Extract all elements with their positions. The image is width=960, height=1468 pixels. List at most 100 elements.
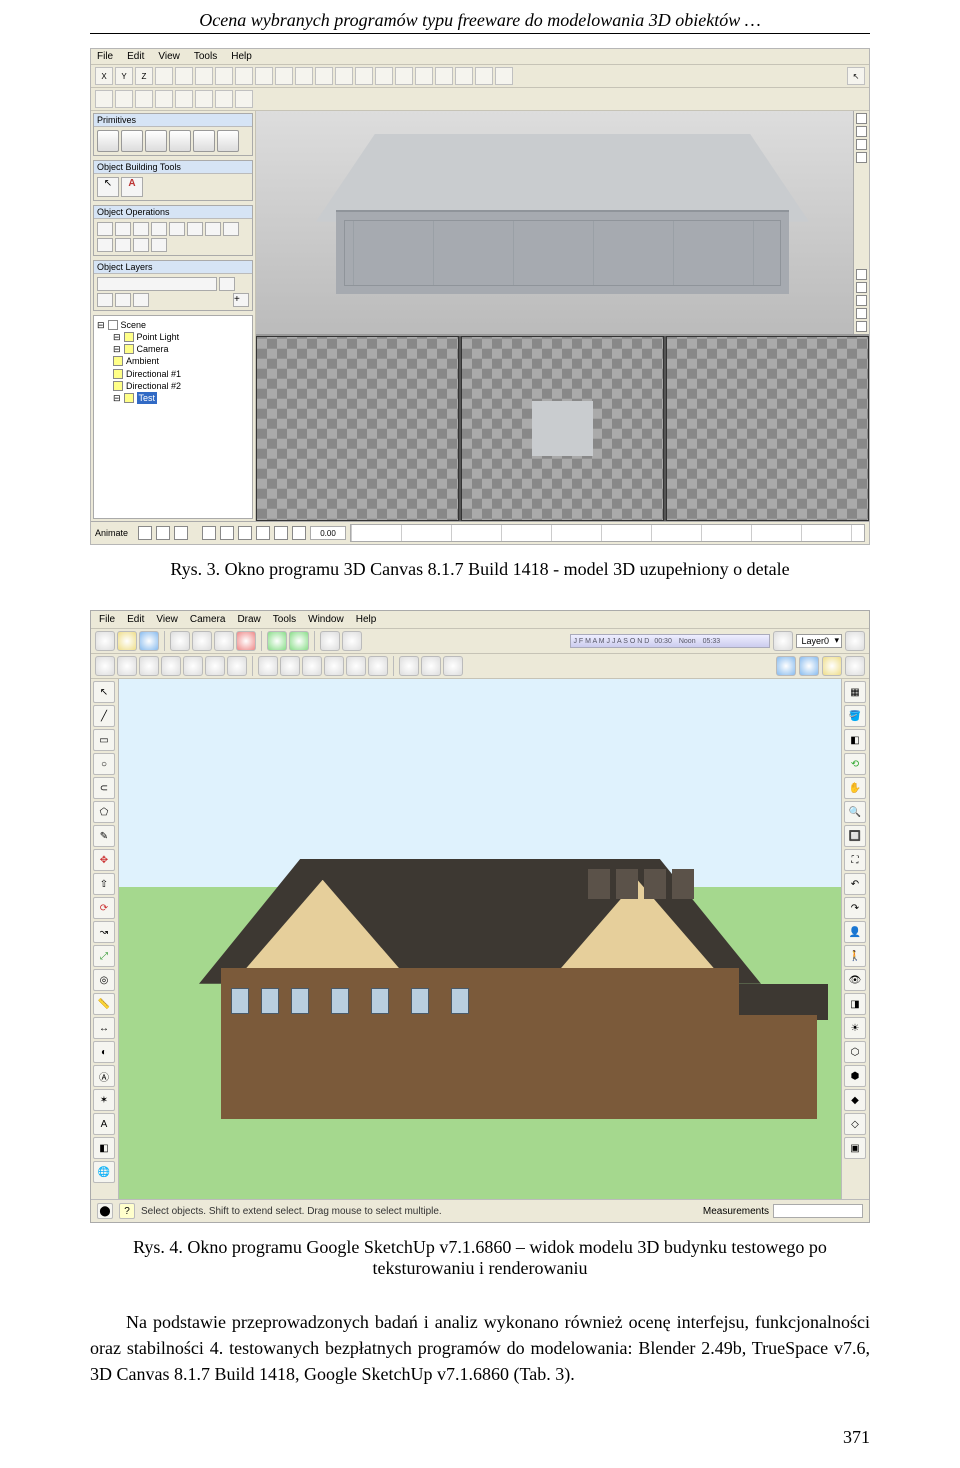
zoom-tool-icon[interactable]: 🔍 xyxy=(844,801,866,823)
paint-tool-icon[interactable]: 🪣 xyxy=(844,705,866,727)
layer-button[interactable] xyxy=(133,293,149,307)
go-start-button[interactable] xyxy=(202,526,216,540)
op-button[interactable] xyxy=(169,222,185,236)
toolbar-button[interactable] xyxy=(135,90,153,108)
style-shaded-icon[interactable] xyxy=(302,656,322,676)
op-button[interactable] xyxy=(223,222,239,236)
section-plane-icon[interactable]: ◨ xyxy=(844,993,866,1015)
key-button[interactable] xyxy=(156,526,170,540)
circle-tool-icon[interactable]: ○ xyxy=(93,753,115,775)
zoom-extents-icon[interactable]: ⛶ xyxy=(844,849,866,871)
primitive-cone-icon[interactable] xyxy=(193,130,215,152)
text-tool-icon[interactable]: Ⓐ xyxy=(93,1065,115,1087)
menu-view[interactable]: View xyxy=(158,51,180,62)
menu-tools[interactable]: Tools xyxy=(273,614,296,625)
primitive-torus-icon[interactable] xyxy=(169,130,191,152)
shadow-toggle-icon[interactable]: ☀ xyxy=(844,1017,866,1039)
toolbar-button[interactable] xyxy=(235,67,253,85)
mini-button[interactable] xyxy=(856,126,867,137)
mini-button[interactable] xyxy=(856,152,867,163)
op-button[interactable] xyxy=(97,222,113,236)
axes-tool-icon[interactable]: ✶ xyxy=(93,1089,115,1111)
misc-tool-icon[interactable]: ⬡ xyxy=(844,1041,866,1063)
style-mono-icon[interactable] xyxy=(346,656,366,676)
freehand-tool-icon[interactable]: ✎ xyxy=(93,825,115,847)
ortho-viewport[interactable] xyxy=(256,336,459,521)
walk-tool-icon[interactable]: 🚶 xyxy=(844,945,866,967)
ortho-viewport[interactable] xyxy=(666,336,869,521)
toggle-icon[interactable] xyxy=(399,656,419,676)
menu-tools[interactable]: Tools xyxy=(194,51,217,62)
polygon-tool-icon[interactable]: ⬠ xyxy=(93,801,115,823)
share-icon[interactable] xyxy=(822,656,842,676)
toolbar-button[interactable] xyxy=(195,67,213,85)
view-left-icon[interactable] xyxy=(205,656,225,676)
undo-icon[interactable] xyxy=(267,631,287,651)
paste-icon[interactable] xyxy=(214,631,234,651)
position-camera-icon[interactable]: 👤 xyxy=(844,921,866,943)
upload-icon[interactable] xyxy=(799,656,819,676)
play-button[interactable] xyxy=(238,526,252,540)
redo-icon[interactable] xyxy=(289,631,309,651)
layer-select[interactable] xyxy=(97,277,217,291)
select-tool-icon[interactable]: ↖ xyxy=(93,681,115,703)
pan-tool-icon[interactable]: ✋ xyxy=(844,777,866,799)
menu-file[interactable]: File xyxy=(99,614,115,625)
toolbar-button[interactable] xyxy=(455,67,473,85)
style-wire-icon[interactable] xyxy=(258,656,278,676)
layer-button[interactable] xyxy=(115,293,131,307)
rotate-tool-icon[interactable]: ⟳ xyxy=(93,897,115,919)
op-button[interactable] xyxy=(115,238,131,252)
sketchup-viewport[interactable] xyxy=(119,679,841,1199)
toolbar-button[interactable] xyxy=(215,67,233,85)
section-tool-icon[interactable]: ◧ xyxy=(93,1137,115,1159)
ortho-viewport[interactable] xyxy=(461,336,664,521)
toolbar-button[interactable] xyxy=(175,67,193,85)
measurements-input[interactable] xyxy=(773,1204,863,1218)
op-button[interactable] xyxy=(151,222,167,236)
select-arrow-icon[interactable]: ↖ xyxy=(847,67,865,85)
followme-tool-icon[interactable]: ↝ xyxy=(93,921,115,943)
layer-button[interactable] xyxy=(97,293,113,307)
layer-select[interactable]: Layer0 xyxy=(796,634,842,648)
toolbar-button[interactable] xyxy=(95,90,113,108)
help-icon[interactable]: ? xyxy=(119,1203,135,1219)
person-icon[interactable] xyxy=(845,656,865,676)
zoom-window-icon[interactable]: 🔲 xyxy=(844,825,866,847)
menu-camera[interactable]: Camera xyxy=(190,614,226,625)
move-tool-icon[interactable]: ✥ xyxy=(93,849,115,871)
print-icon[interactable] xyxy=(320,631,340,651)
style-xray-icon[interactable] xyxy=(368,656,388,676)
op-button[interactable] xyxy=(115,222,131,236)
shadow-time-slider[interactable]: J F M A M J J A S O N D 00:30 Noon 05:33 xyxy=(570,634,770,648)
text-tool-icon[interactable]: A xyxy=(121,177,143,197)
timeline[interactable] xyxy=(350,524,865,542)
toolbar-button[interactable] xyxy=(215,90,233,108)
component-tool-icon[interactable]: ▦ xyxy=(844,681,866,703)
protractor-tool-icon[interactable]: ◐ xyxy=(93,1041,115,1063)
misc-tool-icon[interactable]: ◇ xyxy=(844,1113,866,1135)
open-file-icon[interactable] xyxy=(117,631,137,651)
tape-tool-icon[interactable]: 📏 xyxy=(93,993,115,1015)
offset-tool-icon[interactable]: ◎ xyxy=(93,969,115,991)
mini-button[interactable] xyxy=(856,269,867,280)
view-top-icon[interactable] xyxy=(117,656,137,676)
toolbar-button[interactable] xyxy=(195,90,213,108)
op-button[interactable] xyxy=(97,238,113,252)
go-end-button[interactable] xyxy=(274,526,288,540)
primitive-sphere-icon[interactable] xyxy=(145,130,167,152)
key-button[interactable] xyxy=(174,526,188,540)
warehouse-icon[interactable] xyxy=(776,656,796,676)
tree-item[interactable]: Directional #2 xyxy=(126,380,181,392)
toolbar-button[interactable] xyxy=(295,67,313,85)
menu-help[interactable]: Help xyxy=(356,614,377,625)
misc-tool-icon[interactable]: ▣ xyxy=(844,1137,866,1159)
orbit-tool-icon[interactable]: ⟲ xyxy=(844,753,866,775)
mini-button[interactable] xyxy=(856,113,867,124)
tree-item[interactable]: Directional #1 xyxy=(126,368,181,380)
tree-item[interactable]: Ambient xyxy=(126,355,159,367)
loop-button[interactable] xyxy=(292,526,306,540)
primitive-plane-icon[interactable] xyxy=(217,130,239,152)
frame-value[interactable]: 0.00 xyxy=(310,526,346,540)
toolbar-button[interactable] xyxy=(235,90,253,108)
